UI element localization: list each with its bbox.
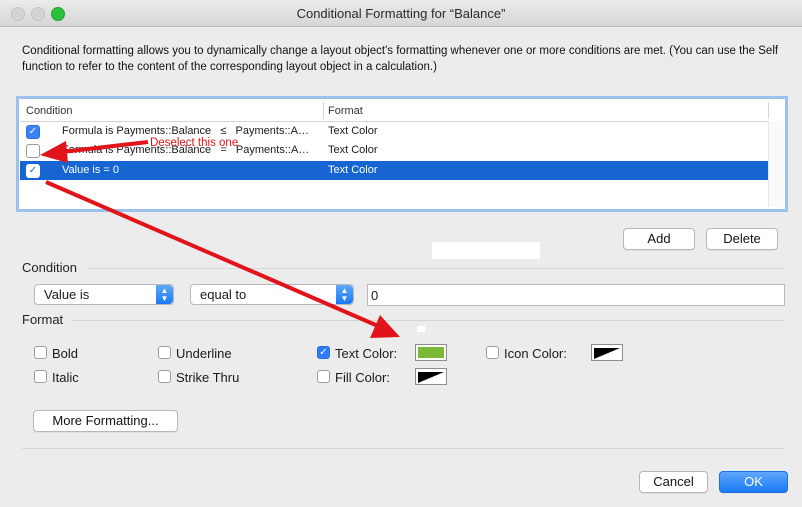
footer-divider	[22, 448, 784, 449]
condition-2-checkbox[interactable]	[26, 144, 40, 158]
list-scrollbar[interactable]	[768, 121, 784, 207]
annotation-text: Deselect this one	[150, 137, 239, 149]
title-bar: Conditional Formatting for “Balance”	[0, 0, 802, 27]
condition-3-checkbox[interactable]: ✓	[26, 164, 40, 178]
chevron-updown-icon: ▲ ▼	[156, 285, 173, 304]
chevron-updown-icon: ▲ ▼	[336, 285, 353, 304]
description-text: Conditional formatting allows you to dyn…	[22, 45, 779, 73]
condition-value-field[interactable]: 0	[367, 284, 785, 306]
underline-checkbox[interactable]	[158, 346, 171, 359]
bold-label: Bold	[52, 346, 79, 361]
condition-row-3[interactable]: ✓ Value is = 0 Text Color	[20, 161, 768, 180]
text-color-label: Text Color:	[335, 346, 398, 361]
fill-color-checkbox[interactable]	[317, 370, 330, 383]
column-divider	[323, 102, 324, 119]
fill-color-label: Fill Color:	[335, 370, 390, 385]
italic-checkbox[interactable]	[34, 370, 47, 383]
condition-type-value: Value is	[44, 287, 90, 302]
format-column-header[interactable]: Format	[328, 105, 363, 117]
bold-checkbox[interactable]	[34, 346, 47, 359]
annotation-arrowhead	[370, 315, 400, 338]
conditions-list[interactable]: Condition Format ✓ Formula is Payments::…	[16, 96, 788, 212]
fill-color-swatch[interactable]	[415, 368, 447, 385]
section-divider	[87, 268, 784, 269]
italic-label: Italic	[52, 370, 79, 385]
condition-text: Formula is Payments::Balance ≤ Payments:…	[62, 125, 309, 137]
column-divider	[768, 102, 769, 119]
window-title: Conditional Formatting for “Balance”	[296, 6, 506, 21]
cancel-button[interactable]: Cancel	[639, 471, 708, 493]
text-color-fill	[418, 347, 444, 358]
text-color-checkbox[interactable]: ✓	[317, 346, 330, 359]
strike-thru-label: Strike Thru	[176, 370, 240, 385]
format-text: Text Color	[328, 125, 378, 137]
operator-value: equal to	[200, 287, 247, 302]
condition-text: Value is = 0	[62, 164, 119, 176]
condition-value-text: 0	[371, 288, 379, 303]
no-color-icon	[418, 372, 444, 383]
condition-row-2[interactable]: Formula is Payments::Balance = Payments:…	[20, 141, 768, 160]
underline-label: Underline	[176, 346, 232, 361]
blank-patch	[432, 242, 540, 259]
condition-type-popup[interactable]: Value is ▲ ▼	[34, 284, 174, 305]
strike-thru-checkbox[interactable]	[158, 370, 171, 383]
list-header: Condition Format	[20, 100, 784, 122]
add-button[interactable]: Add	[623, 228, 695, 250]
format-text: Text Color	[328, 144, 378, 156]
condition-row-1[interactable]: ✓ Formula is Payments::Balance ≤ Payment…	[20, 122, 768, 141]
condition-column-header[interactable]: Condition	[26, 105, 72, 117]
condition-1-checkbox[interactable]: ✓	[26, 125, 40, 139]
text-color-swatch[interactable]	[415, 344, 447, 361]
ok-button[interactable]: OK	[719, 471, 788, 493]
icon-color-swatch[interactable]	[591, 344, 623, 361]
more-formatting-button[interactable]: More Formatting...	[33, 410, 178, 432]
operator-popup[interactable]: equal to ▲ ▼	[190, 284, 354, 305]
delete-button[interactable]: Delete	[706, 228, 778, 250]
format-section-label: Format	[22, 312, 64, 327]
icon-color-checkbox[interactable]	[486, 346, 499, 359]
condition-section-label: Condition	[22, 260, 77, 275]
icon-color-label: Icon Color:	[504, 346, 567, 361]
format-text: Text Color	[328, 164, 378, 176]
no-color-icon	[594, 348, 620, 359]
section-divider	[72, 320, 784, 321]
blank-patch	[417, 326, 425, 332]
